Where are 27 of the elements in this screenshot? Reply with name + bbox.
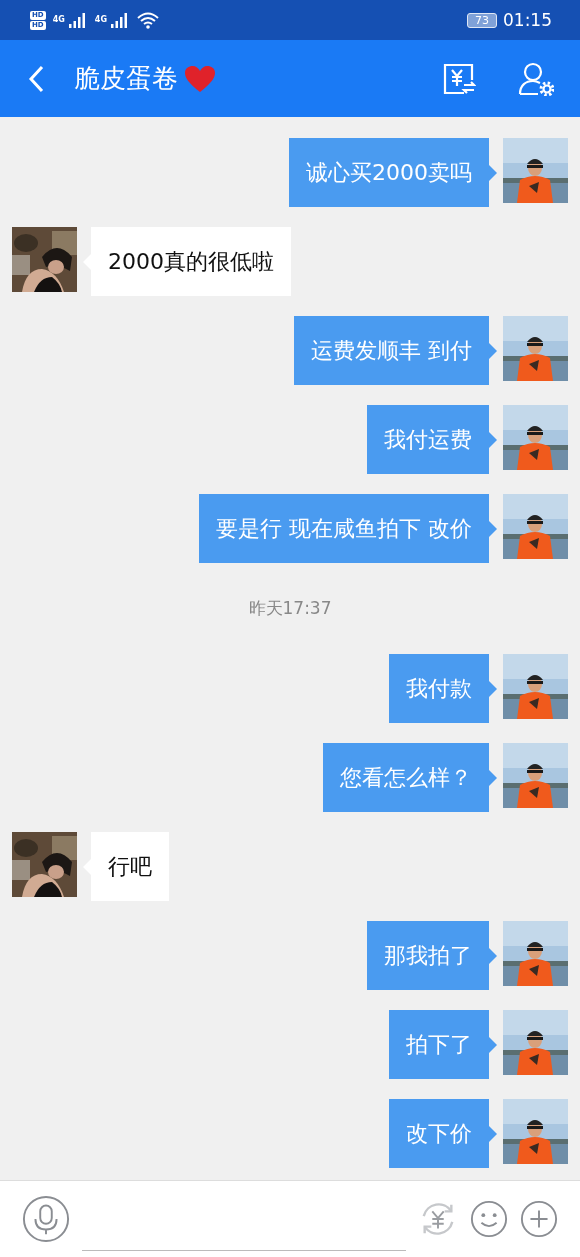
signal-icon xyxy=(67,12,88,28)
message-bubble[interactable]: 我付运费 xyxy=(367,405,497,474)
message-bubble[interactable]: 改下价 xyxy=(389,1099,497,1168)
message-bubble[interactable]: 拍下了 xyxy=(389,1010,497,1079)
network-label: 4G xyxy=(52,14,65,24)
message-bubble[interactable]: 2000真的很低啦 xyxy=(83,227,291,296)
heart-icon xyxy=(184,64,216,93)
wifi-icon xyxy=(136,11,159,29)
network-label: 4G xyxy=(94,14,107,24)
microphone-icon[interactable] xyxy=(22,1195,70,1243)
back-icon[interactable] xyxy=(28,64,44,93)
message-bubble[interactable]: 我付款 xyxy=(389,654,497,723)
plus-icon[interactable] xyxy=(520,1200,558,1238)
signal-icon xyxy=(109,12,130,28)
message-bubble[interactable]: 要是行 现在咸鱼拍下 改价 xyxy=(199,494,497,563)
timestamp: 昨天17:37 xyxy=(248,597,332,620)
emoji-icon[interactable] xyxy=(470,1200,508,1238)
message-bubble[interactable]: 您看怎么样？ xyxy=(323,743,497,812)
chat-title: 脆皮蛋卷 xyxy=(74,62,178,95)
message-bubble[interactable]: 行吧 xyxy=(83,832,169,901)
message-bubble[interactable]: 那我拍了 xyxy=(367,921,497,990)
battery-indicator: 73 xyxy=(467,12,497,28)
yen-exchange-icon[interactable] xyxy=(442,61,476,96)
message-bubble[interactable]: 运费发顺丰 到付 xyxy=(294,316,497,385)
user-settings-icon[interactable] xyxy=(518,61,554,96)
message-bubble[interactable]: 诚心买2000卖吗 xyxy=(289,138,497,207)
clock-time: 01:15 xyxy=(503,10,552,30)
